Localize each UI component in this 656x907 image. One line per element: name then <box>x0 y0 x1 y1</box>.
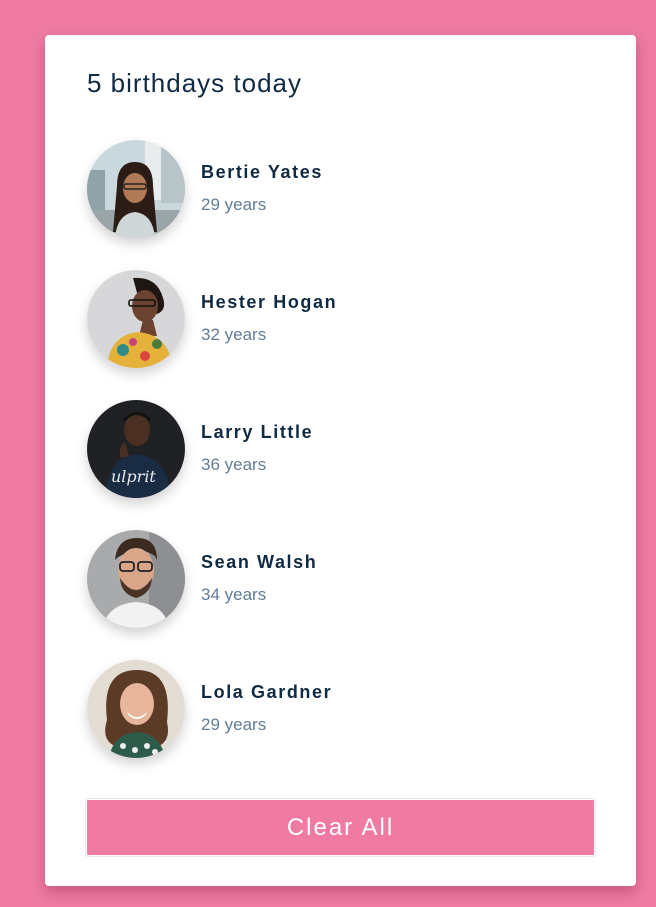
list-item-person: Bertie Yates 29 years <box>87 140 567 238</box>
person-age: 34 years <box>201 585 267 604</box>
person-name: Lola Gardner <box>201 682 333 702</box>
list-item-person: Hester Hogan 32 years <box>87 270 567 368</box>
avatar <box>87 660 185 758</box>
avatar: ulprit <box>87 400 185 498</box>
avatar <box>87 140 185 238</box>
list-item-person: Lola Gardner 29 years <box>87 660 567 758</box>
person-age: 36 years <box>201 455 267 474</box>
person-name: Hester Hogan <box>201 292 338 312</box>
page-title: 5 birthdays today <box>87 68 303 98</box>
person-age: 29 years <box>201 715 267 734</box>
person-age: 32 years <box>201 325 267 344</box>
person-age: 29 years <box>201 195 267 214</box>
avatar <box>87 530 185 628</box>
person-name: Sean Walsh <box>201 552 318 572</box>
person-name: Bertie Yates <box>201 162 323 182</box>
clear-all-button[interactable]: Clear All <box>85 798 596 857</box>
svg-text:ulprit: ulprit <box>111 467 156 486</box>
list-item-person: ulprit Larry Little 36 years <box>87 400 567 498</box>
avatar <box>87 270 185 368</box>
birthday-card: 5 birthdays today Bertie Yates 29 years <box>45 35 636 886</box>
person-name: Larry Little <box>201 422 314 442</box>
list-item-person: Sean Walsh 34 years <box>87 530 567 628</box>
